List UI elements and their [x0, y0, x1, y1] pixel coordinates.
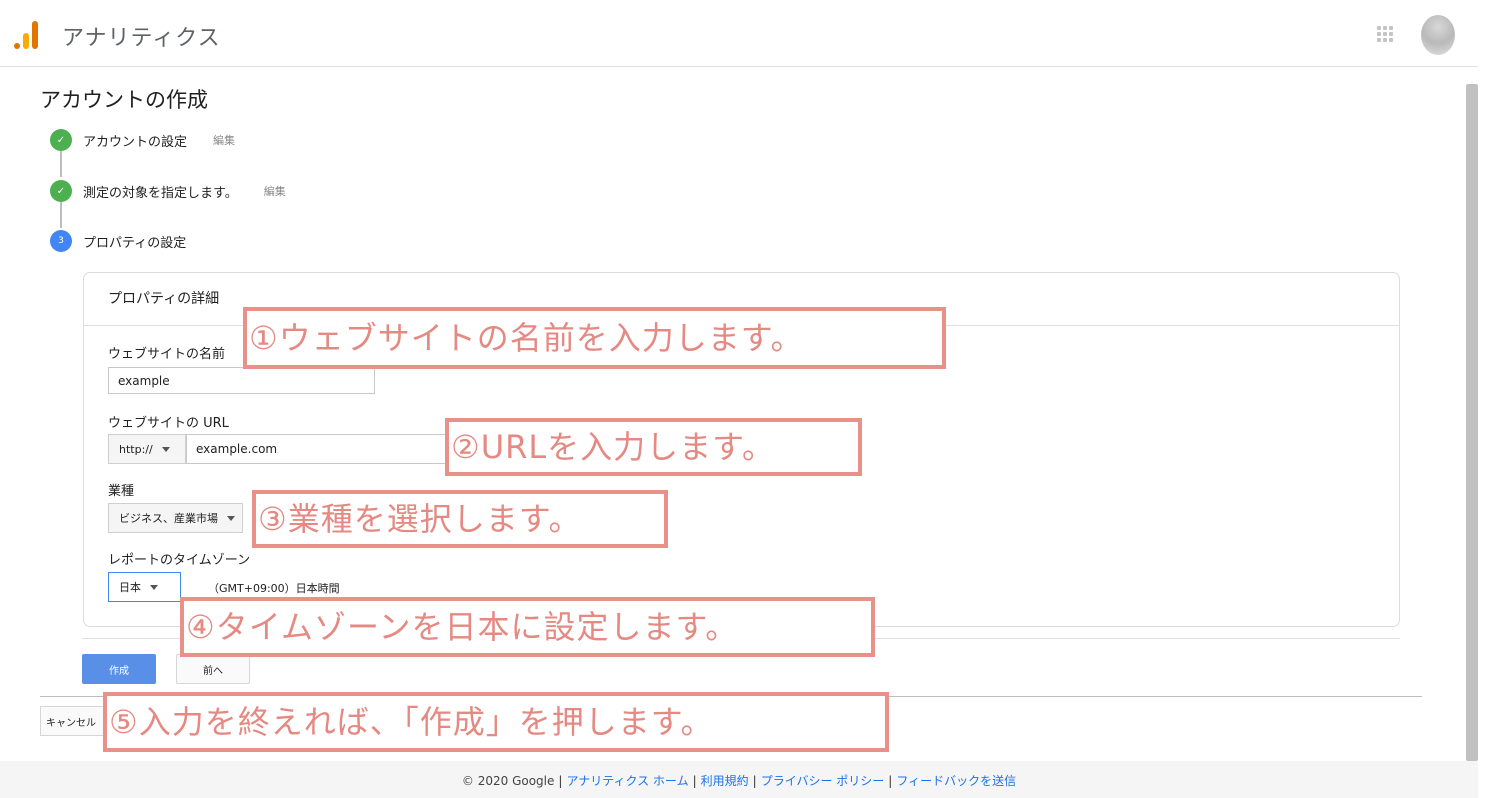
separator: |	[692, 773, 697, 788]
separator: |	[888, 773, 893, 788]
copyright: © 2020 Google	[461, 773, 555, 788]
industry-select[interactable]: ビジネス、産業市場	[108, 503, 243, 533]
step-measurement-target: ✓ 測定の対象を指定します。 編集	[50, 180, 286, 202]
timezone-country-value: 日本	[119, 581, 141, 594]
website-name-label: ウェブサイトの名前	[108, 347, 226, 362]
annotation-create: ⑤入力を終えれば、「作成」を押します。	[103, 692, 889, 752]
step-connector	[60, 151, 62, 177]
step-connector	[60, 202, 62, 228]
industry-value: ビジネス、産業市場	[119, 512, 218, 525]
scrollbar[interactable]	[1466, 84, 1478, 761]
protocol-select[interactable]: http://	[108, 434, 186, 464]
annotation-industry: ③業種を選択します。	[252, 490, 668, 548]
caret-down-icon	[161, 446, 170, 452]
timezone-label: レポートのタイムゾーン	[108, 553, 251, 568]
step-account-settings: ✓ アカウントの設定 編集	[50, 129, 235, 151]
footer-link-privacy[interactable]: プライバシー ポリシー	[761, 772, 885, 789]
timezone-country-select[interactable]: 日本	[108, 572, 181, 602]
separator: |	[752, 773, 757, 788]
separator: |	[558, 773, 563, 788]
app-title: アナリティクス	[62, 26, 221, 51]
avatar[interactable]	[1421, 15, 1455, 55]
page-title: アカウントの作成	[40, 88, 208, 112]
caret-down-icon	[227, 515, 235, 521]
step-number-badge: 3	[50, 230, 72, 252]
annotation-timezone: ④タイムゾーンを日本に設定します。	[180, 597, 875, 657]
annotation-url: ②URLを入力します。	[445, 418, 862, 476]
top-bar: アナリティクス	[0, 0, 1478, 67]
footer-link-feedback[interactable]: フィードバックを送信	[896, 772, 1016, 789]
website-name-input[interactable]: example	[108, 367, 375, 394]
step-label: 測定の対象を指定します。	[83, 185, 238, 201]
caret-down-icon	[150, 584, 158, 590]
footer-link-analytics-home[interactable]: アナリティクス ホーム	[566, 772, 688, 789]
footer-link-terms[interactable]: 利用規約	[701, 772, 749, 789]
step-label: アカウントの設定	[83, 134, 188, 150]
step-property-settings: 3 プロパティの設定	[50, 230, 186, 252]
website-url-label: ウェブサイトの URL	[108, 416, 229, 431]
create-button[interactable]: 作成	[82, 654, 156, 684]
apps-grid-icon[interactable]	[1377, 26, 1393, 42]
annotation-website-name: ①ウェブサイトの名前を入力します。	[243, 307, 946, 369]
edit-link[interactable]: 編集	[213, 132, 235, 148]
check-icon: ✓	[50, 180, 72, 202]
analytics-logo-icon[interactable]	[14, 19, 44, 49]
back-button[interactable]: 前へ	[176, 654, 250, 684]
check-icon: ✓	[50, 129, 72, 151]
step-label: プロパティの設定	[83, 235, 187, 251]
edit-link[interactable]: 編集	[264, 183, 286, 199]
card-title: プロパティの詳細	[108, 291, 220, 307]
website-url-input[interactable]: example.com	[186, 434, 448, 464]
protocol-value: http://	[119, 442, 153, 456]
industry-label: 業種	[108, 484, 135, 499]
footer: © 2020 Google | アナリティクス ホーム | 利用規約 | プライ…	[0, 761, 1478, 798]
timezone-zone-value: （GMT+09:00）日本時間	[208, 582, 340, 595]
